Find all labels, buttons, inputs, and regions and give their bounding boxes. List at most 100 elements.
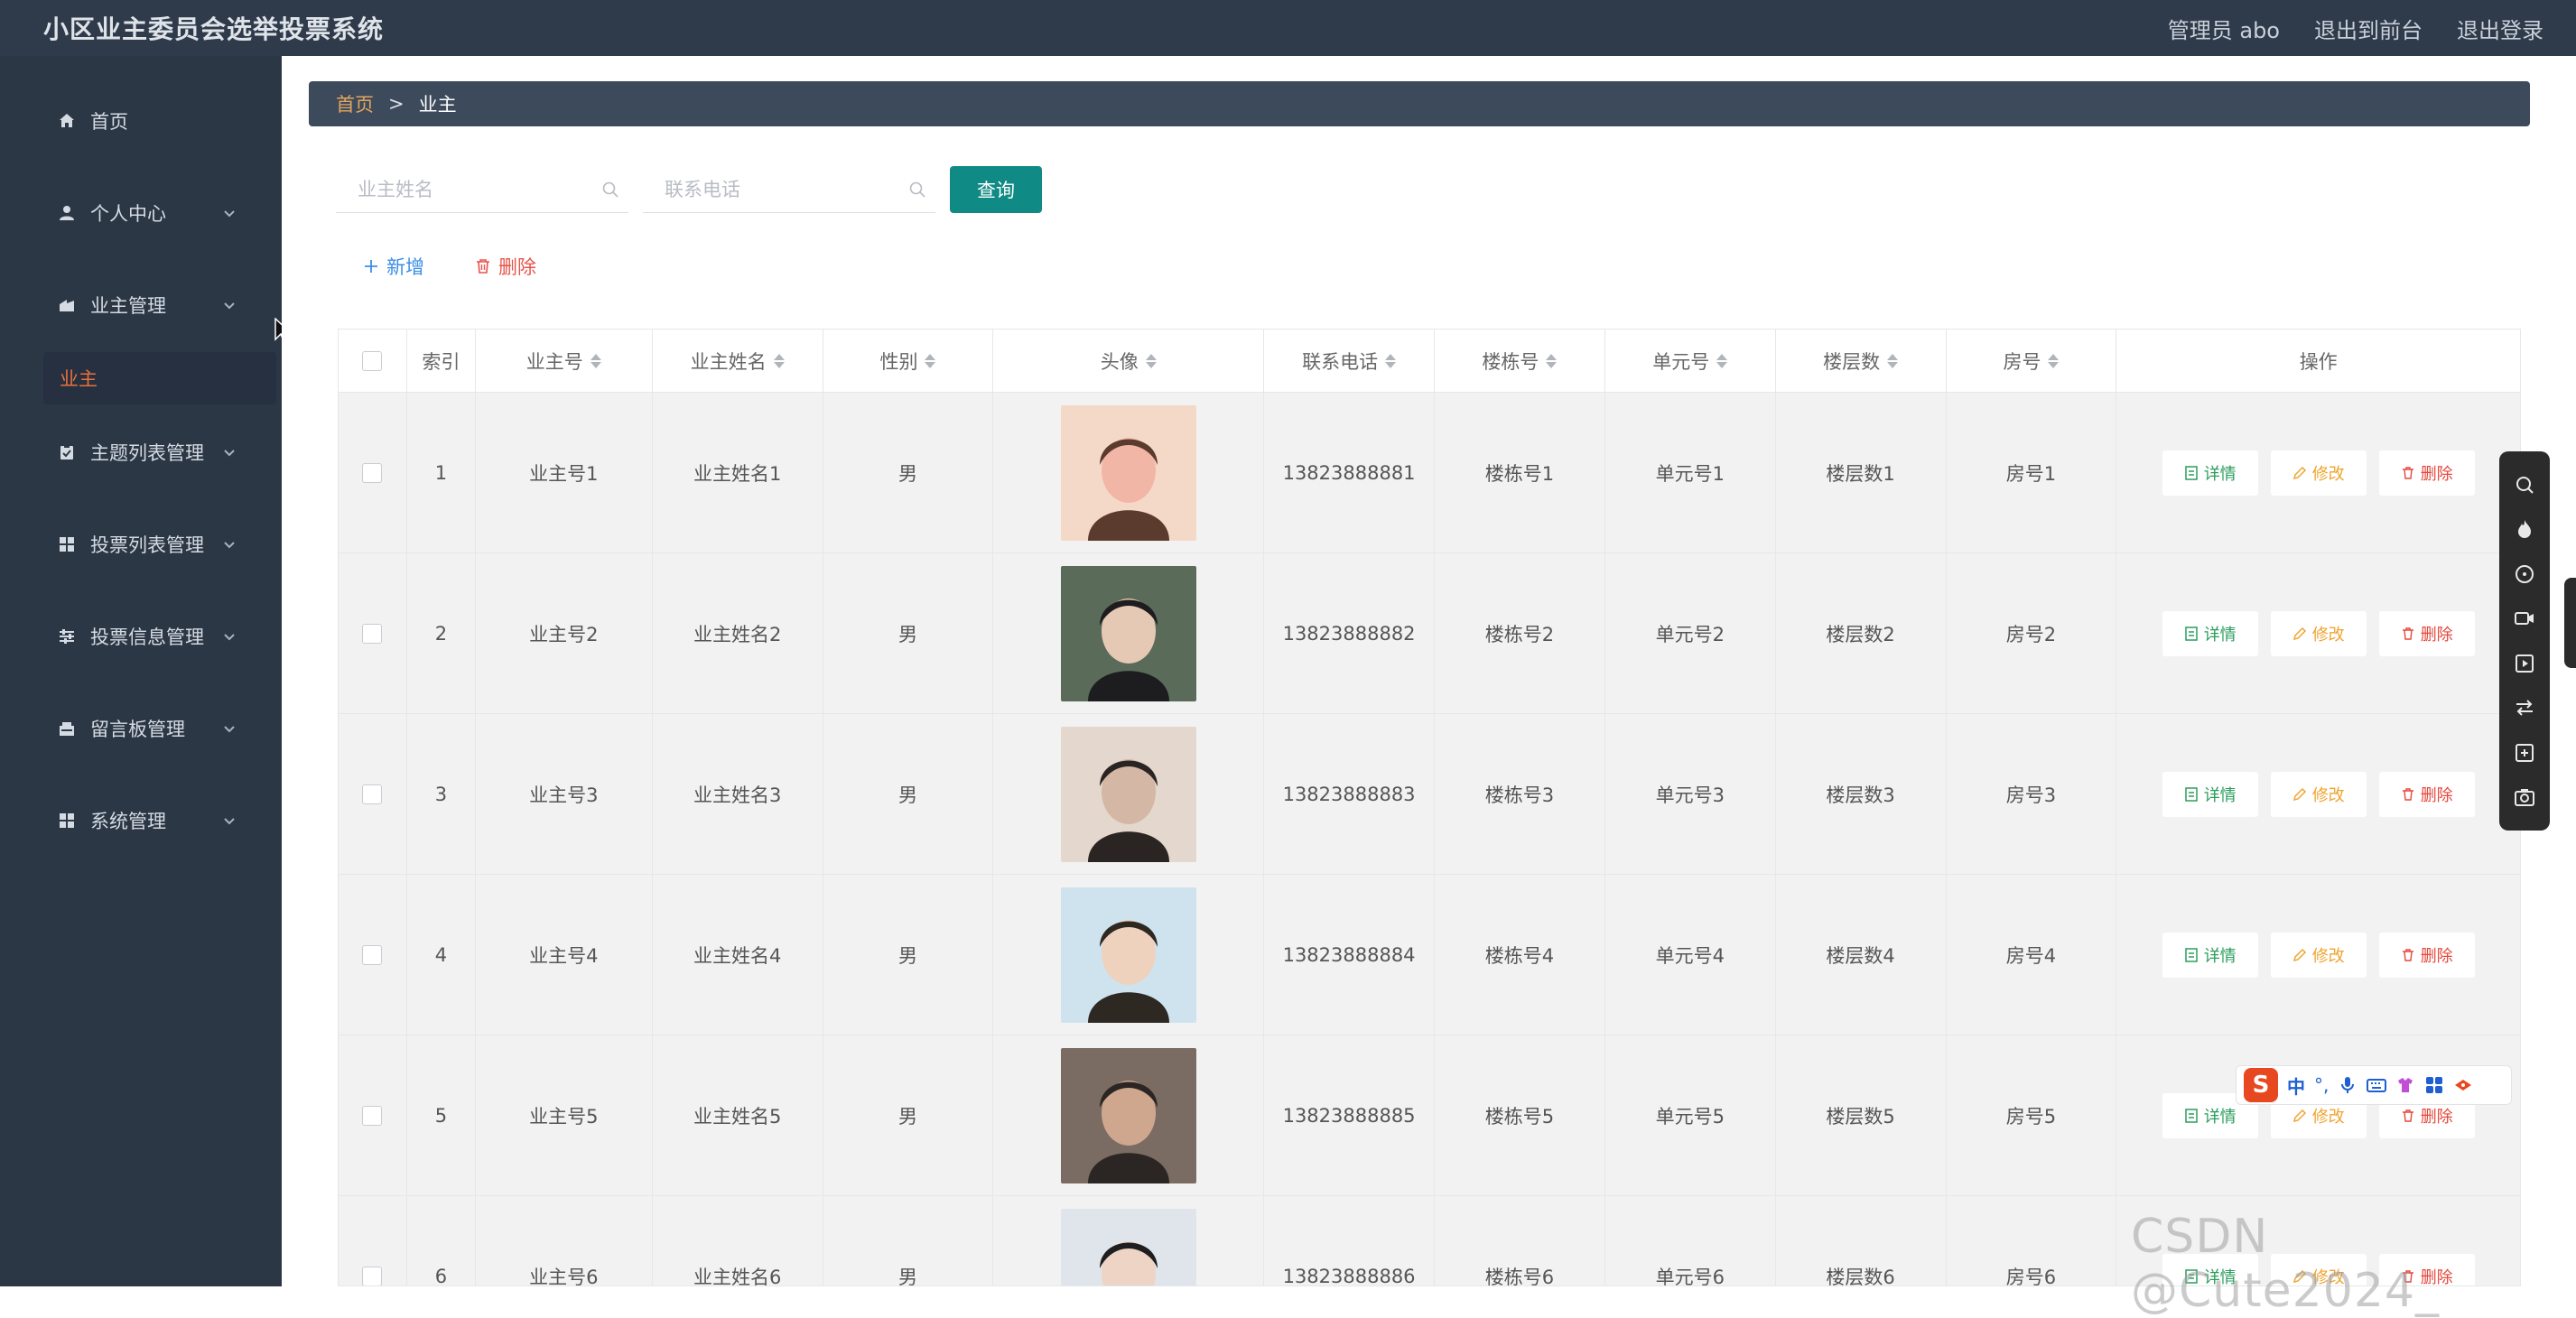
avatar[interactable]	[1060, 565, 1196, 701]
grid-icon	[58, 535, 76, 553]
crop-icon[interactable]	[2512, 740, 2537, 766]
chevron-down-icon	[224, 542, 235, 549]
camera-icon[interactable]	[2512, 784, 2537, 810]
avatar[interactable]	[1060, 404, 1196, 541]
sort-icon[interactable]	[925, 353, 936, 368]
cell-phone: 13823888885	[1264, 1035, 1435, 1195]
avatar[interactable]	[1060, 886, 1196, 1023]
microphone-icon[interactable]	[2338, 1075, 2357, 1095]
owner-table: 索引 业主号 业主姓名 性别 头像 联系电话 楼栋号 单元号 楼层数 房号 操作…	[338, 329, 2521, 1286]
sort-icon[interactable]	[590, 353, 601, 368]
sidebar-item-vote-list-mgmt[interactable]: 投票列表管理	[0, 517, 282, 571]
apps-icon[interactable]	[2424, 1075, 2444, 1095]
flame-icon[interactable]	[2512, 516, 2537, 542]
cell-avatar	[993, 1035, 1265, 1195]
cell-index: 1	[407, 393, 476, 552]
clipboard-icon	[58, 443, 76, 461]
cell-owner-no: 业主号6	[476, 1196, 653, 1286]
header-avatar[interactable]: 头像	[993, 330, 1265, 392]
sidebar-item-vote-info-mgmt[interactable]: 投票信息管理	[0, 609, 282, 664]
query-button[interactable]: 查询	[950, 166, 1042, 213]
music-icon[interactable]	[2512, 562, 2537, 587]
sort-icon[interactable]	[1385, 353, 1397, 368]
floating-toolbar-handle[interactable]	[2564, 578, 2576, 668]
toolbox-icon[interactable]	[2453, 1075, 2473, 1095]
sidebar-subitem-owner[interactable]: 业主	[43, 352, 276, 404]
delete-button-label: 删除	[498, 256, 536, 278]
phone-search	[643, 166, 935, 213]
row-checkbox[interactable]	[362, 784, 383, 804]
admin-label[interactable]: 管理员 abo	[2168, 13, 2280, 44]
delete-button[interactable]: 删除	[2378, 771, 2475, 817]
edit-button[interactable]: 修改	[2270, 932, 2367, 978]
avatar[interactable]	[1060, 1047, 1196, 1183]
edit-button[interactable]: 修改	[2270, 610, 2367, 656]
phone-input[interactable]	[663, 177, 879, 201]
keyboard-icon[interactable]	[2367, 1075, 2387, 1095]
detail-button[interactable]: 详情	[2162, 932, 2258, 978]
avatar[interactable]	[1060, 726, 1196, 862]
sort-icon[interactable]	[1145, 353, 1157, 368]
header-building[interactable]: 楼栋号	[1435, 330, 1605, 392]
skin-icon[interactable]	[2395, 1075, 2415, 1095]
chevron-down-icon	[224, 726, 235, 733]
header-phone[interactable]: 联系电话	[1264, 330, 1435, 392]
sort-icon[interactable]	[1887, 353, 1899, 368]
breadcrumb-separator: >	[388, 93, 405, 115]
sort-icon[interactable]	[1546, 353, 1558, 368]
sidebar-item-profile[interactable]: 个人中心	[0, 186, 282, 240]
owner-name-input[interactable]	[356, 177, 572, 201]
row-checkbox[interactable]	[362, 623, 383, 644]
cell-floors: 楼层数3	[1776, 714, 1947, 874]
sort-icon[interactable]	[2048, 353, 2060, 368]
row-checkbox[interactable]	[362, 944, 383, 965]
row-checkbox[interactable]	[362, 1105, 383, 1126]
header-owner-no[interactable]: 业主号	[476, 330, 653, 392]
row-checkbox[interactable]	[362, 462, 383, 483]
sort-icon[interactable]	[773, 353, 785, 368]
table-row: 1 业主号1 业主姓名1 男 13823888881 楼栋号1 单元号1 楼层数…	[339, 393, 2520, 553]
edit-button[interactable]: 修改	[2270, 771, 2367, 817]
cell-owner-no: 业主号5	[476, 1035, 653, 1195]
table-row: 4 业主号4 业主姓名4 男 13823888884 楼栋号4 单元号4 楼层数…	[339, 875, 2520, 1035]
video-icon[interactable]	[2512, 606, 2537, 631]
detail-button[interactable]: 详情	[2162, 450, 2258, 496]
edit-button[interactable]: 修改	[2270, 450, 2367, 496]
detail-button[interactable]: 详情	[2162, 771, 2258, 817]
header-unit[interactable]: 单元号	[1605, 330, 1776, 392]
header-owner-name[interactable]: 业主姓名	[653, 330, 823, 392]
delete-button[interactable]: 删除	[2378, 450, 2475, 496]
back-to-front-link[interactable]: 退出到前台	[2314, 13, 2423, 44]
header-floors[interactable]: 楼层数	[1776, 330, 1947, 392]
edit-icon	[2292, 948, 2306, 961]
add-button[interactable]: 新增	[363, 253, 424, 280]
top-links: 管理员 abo 退出到前台 退出登录	[2168, 13, 2543, 44]
cell-phone: 13823888883	[1264, 714, 1435, 874]
row-checkbox[interactable]	[362, 1266, 383, 1286]
play-icon[interactable]	[2512, 651, 2537, 676]
cell-owner-no: 业主号3	[476, 714, 653, 874]
breadcrumb-home[interactable]: 首页	[336, 90, 374, 117]
delete-button[interactable]: 删除	[2378, 932, 2475, 978]
cell-gender: 男	[823, 393, 994, 552]
sidebar-item-system-mgmt[interactable]: 系统管理	[0, 794, 282, 848]
ime-logo[interactable]: S	[2244, 1068, 2278, 1102]
sort-icon[interactable]	[1716, 353, 1728, 368]
sidebar-item-label: 业主管理	[90, 295, 166, 317]
header-room[interactable]: 房号	[1947, 330, 2117, 392]
sidebar-item-message-board-mgmt[interactable]: 留言板管理	[0, 701, 282, 756]
zoom-icon[interactable]	[2512, 472, 2537, 497]
avatar[interactable]	[1060, 1208, 1196, 1286]
sidebar-item-home[interactable]: 首页	[0, 94, 282, 148]
sidebar-item-topic-mgmt[interactable]: 主题列表管理	[0, 425, 282, 479]
logout-link[interactable]: 退出登录	[2457, 13, 2543, 44]
punctuation-icon[interactable]: °,	[2314, 1074, 2329, 1096]
sidebar-item-owner-mgmt[interactable]: 业主管理	[0, 278, 282, 332]
swap-icon[interactable]	[2512, 695, 2537, 720]
delete-button[interactable]: 删除	[2378, 610, 2475, 656]
ime-language-toggle[interactable]: 中	[2287, 1072, 2305, 1099]
header-gender[interactable]: 性别	[823, 330, 994, 392]
detail-button[interactable]: 详情	[2162, 610, 2258, 656]
batch-delete-button[interactable]: 删除	[475, 253, 536, 280]
select-all-checkbox[interactable]	[362, 350, 383, 371]
